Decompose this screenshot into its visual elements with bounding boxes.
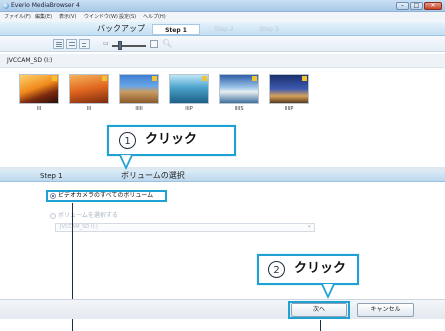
thumbnail[interactable]	[119, 74, 159, 104]
thumbnail[interactable]	[219, 74, 259, 104]
menu-help[interactable]: ヘルプ(H)	[143, 12, 166, 22]
close-button[interactable]: ✕	[424, 2, 442, 10]
window-title: Everio MediaBrowser 4	[11, 2, 80, 9]
thumbnail-label: III	[36, 106, 42, 112]
detail-view-icon[interactable]	[79, 39, 90, 49]
thumbnail[interactable]	[169, 74, 209, 104]
thumbnail-label: IIIIP	[284, 106, 294, 112]
thumbnail[interactable]	[19, 74, 59, 104]
cancel-button[interactable]: キャンセル	[357, 303, 414, 317]
tab-step-1: Step 1	[152, 24, 200, 35]
magnifier-icon[interactable]: 🔍︎	[162, 40, 172, 48]
small-thumbnail-icon: ▭	[103, 40, 109, 47]
thumbnail[interactable]	[269, 74, 309, 104]
callout-2-text: クリック	[294, 261, 347, 276]
volume-label: JVCCAM_SD (I:)	[7, 57, 53, 64]
tab-step-3: Step 3	[259, 26, 279, 33]
chevron-down-icon: ▾	[308, 224, 311, 230]
radio-all-volumes[interactable]	[50, 193, 56, 199]
menu-view[interactable]: 表示(V)	[59, 12, 76, 22]
option-all-volumes-label[interactable]: ビデオカメラのすべてのボリューム	[58, 192, 153, 200]
maximize-button[interactable]: □	[410, 2, 423, 10]
minimize-button[interactable]: –	[396, 2, 409, 10]
volume-bar	[0, 54, 445, 68]
callout-1-number: 1	[119, 132, 136, 149]
callout-1-text: クリック	[145, 132, 198, 147]
page-title: バックアップ	[97, 24, 145, 33]
thumbnail-label: III	[86, 106, 92, 112]
thumbnail-label: IIIP	[185, 106, 193, 112]
callout-1-pointer-fill	[121, 155, 131, 166]
large-thumbnail-icon	[150, 40, 158, 48]
tab-step-2: Step 2	[214, 26, 234, 33]
thumbnail[interactable]	[69, 74, 109, 104]
radio-select-volume[interactable]	[50, 213, 56, 219]
volume-dropdown-value: JVCCAM_SD (I:)	[60, 224, 98, 230]
list-view-icon[interactable]	[66, 39, 77, 49]
option-select-volume-label[interactable]: ボリュームを選択する	[58, 212, 118, 220]
menu-window[interactable]: ウインドウ(W)	[84, 12, 118, 22]
callout-2-pointer-fill	[323, 284, 333, 295]
slider-handle[interactable]	[118, 41, 122, 50]
app-logo-icon	[3, 3, 9, 9]
section-title: ボリュームの選択	[121, 171, 185, 180]
callout-2-number: 2	[268, 261, 285, 278]
grid-view-icon[interactable]	[53, 39, 64, 49]
leader-line	[320, 320, 321, 331]
menu-settings[interactable]: 設定(S)	[119, 12, 136, 22]
step-row	[0, 170, 445, 182]
thumbnail-label: IIIII	[135, 106, 143, 112]
thumbnail-label: IIIIS	[234, 106, 244, 112]
menu-file[interactable]: ファイル(F)	[4, 12, 31, 22]
menu-edit[interactable]: 編集(E)	[35, 12, 52, 22]
next-button[interactable]: 次へ	[291, 303, 347, 317]
step-label: Step 1	[40, 172, 63, 180]
